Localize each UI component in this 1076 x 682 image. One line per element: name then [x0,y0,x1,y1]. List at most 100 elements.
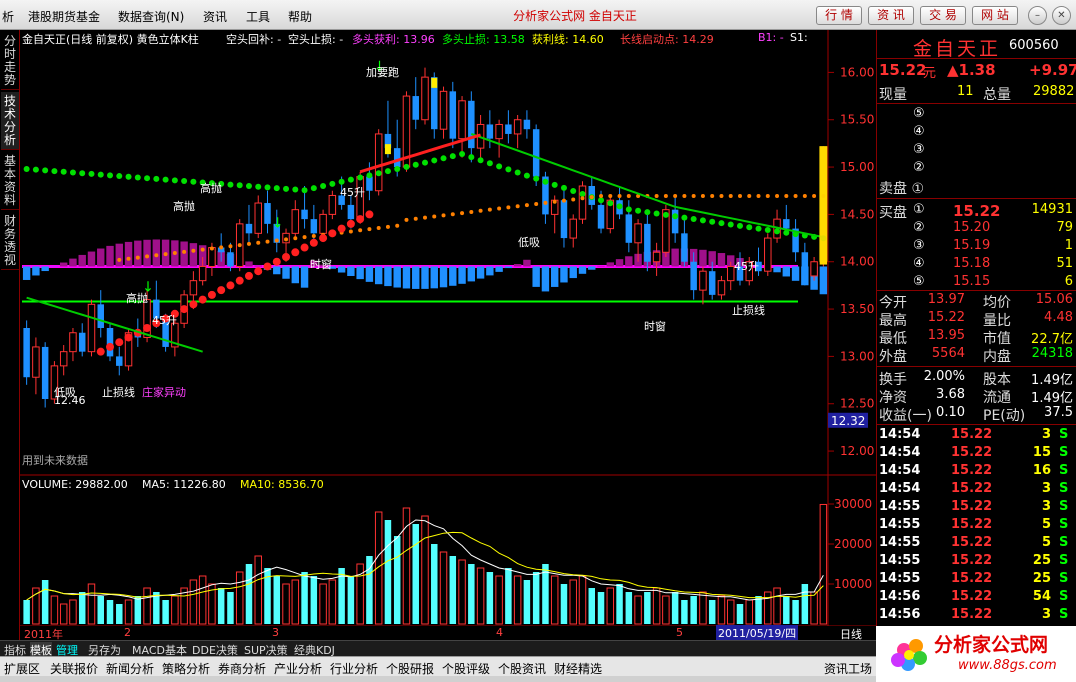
histogram-bar [32,266,40,276]
histogram-bar [597,265,605,267]
tick-price: 15.22 [951,445,993,460]
nav-strategy[interactable]: 策略分析 [162,660,210,677]
annotation-jia-yao-pao: 加要跑 [366,66,399,79]
nav-industry[interactable]: 行业分析 [330,660,378,677]
minimize-icon[interactable]: – [1028,6,1047,25]
nav-research[interactable]: 个股研报 [386,660,434,677]
volume-axis-label: 30000 [834,497,872,511]
histogram-bar [245,261,253,267]
histogram-bar [134,240,142,267]
tab-financials[interactable]: 财务透视 [1,212,19,270]
volume-bar-up [69,599,77,625]
annotation-up45-3: 45升 [734,260,759,273]
quote-header: 金自天正 600560 [877,34,1076,60]
buy-row: 买盘 ① 15.22 14931 [877,202,1076,221]
ma-orange-dot [256,240,261,245]
annotation-low-price: 12.46 [54,394,86,407]
nav-ext[interactable]: 扩展区 [4,660,40,677]
sell-level-3: ③ [913,142,925,157]
trade-button[interactable]: 交 易 [920,6,966,25]
price-axis-label: 15.50 [840,113,874,127]
histogram-bar [59,262,68,267]
ma-orange-dot [487,207,492,212]
price-axis-label: 16.00 [840,65,874,79]
stat-label: 今开 [879,295,907,311]
nav-industry-chain[interactable]: 产业分析 [274,660,322,677]
volume-bar-down [523,580,531,624]
ma-orange-dot [265,239,270,244]
ma-orange-dot [571,197,576,202]
volume-bar-down [505,568,512,624]
menu-item-hk-futures[interactable]: 港股期货基金 [28,8,100,25]
buy-price: 15.22 [953,202,1001,220]
shichuang-marker [431,77,438,88]
menu-item-analysis[interactable]: 析 [2,8,14,25]
stat-label: 均价 [983,295,1011,311]
candle-body-down [347,204,355,220]
tick-time: 14:56 [879,607,921,622]
website-button[interactable]: 网 站 [972,6,1018,25]
volume-bar-up [819,503,828,625]
ma-orange-dot [163,252,168,257]
nav-related[interactable]: 关联报价 [50,660,98,677]
ma-green-dot [764,227,771,234]
histogram-bar [532,266,540,287]
ma-orange-dot [200,247,205,252]
stat-value: 1.49亿 [1031,373,1073,388]
tick-volume: 25 [1032,571,1051,586]
nav-news[interactable]: 新闻分析 [106,660,154,677]
sell-level-4: ④ [913,124,925,139]
nav-rating[interactable]: 个股评级 [442,660,490,677]
tick-row: 14:55 15.22 25 S [877,571,1076,589]
volume-bar-up [699,591,707,625]
ma-orange-dot [348,229,353,234]
histogram-bar [273,266,281,275]
ma-orange-dot [423,215,427,220]
menu-item-help[interactable]: 帮助 [288,8,312,25]
nav-stock-news[interactable]: 个股资讯 [498,660,546,677]
quote-button[interactable]: 行 情 [816,6,862,25]
trend-red-dot [263,262,272,271]
histogram-bar [615,259,624,267]
news-button[interactable]: 资 讯 [868,6,914,25]
stat-row: 收益(一) 0.10 PE(动) 37.5 [877,405,1076,424]
volume-axis-label: 10000 [834,577,872,591]
tick-time: 14:54 [879,427,921,442]
price-unit: 元 [923,66,937,81]
chart-area[interactable]: 16.00 15.50 15.00 14.50 14.00 13.50 13.00 12.50… [20,30,876,641]
menu-item-news[interactable]: 资讯 [203,8,227,25]
candle-body-up [291,209,300,234]
tick-price: 15.22 [951,517,993,532]
tick-side: S [1059,463,1069,478]
tab-intraday[interactable]: 分时走势 [1,32,19,90]
histogram-bar [523,259,531,267]
yellow-breakout-bar [819,146,828,262]
tab-technical[interactable]: 技术分析 [1,92,19,150]
tick-price: 15.22 [951,607,993,622]
nav-finance[interactable]: 财经精选 [554,660,602,677]
volume-bar-up [810,591,818,625]
candle-body-up [726,265,735,282]
nav-broker[interactable]: 券商分析 [218,660,266,677]
kline-chart[interactable]: 16.00 15.50 15.00 14.50 14.00 13.50 13.00 12.50… [20,30,876,626]
histogram-bar [606,262,614,267]
ma-green-dot [301,187,308,194]
tick-side: S [1059,499,1069,514]
news-nav-bar: 扩展区 关联报价 新闻分析 策略分析 券商分析 产业分析 行业分析 个股研报 个… [0,656,876,676]
tick-side: S [1059,481,1069,496]
ma-orange-dot [497,206,502,211]
ma-orange-dot [775,194,780,199]
ma-orange-dot [626,194,631,199]
menu-item-data-query[interactable]: 数据查询(N) [118,8,184,25]
close-icon[interactable]: ✕ [1052,6,1071,25]
tick-row: 14:55 15.22 5 S [877,535,1076,553]
histogram-bar [550,266,559,287]
price-axis-label: 13.50 [840,302,874,316]
volume-bar-up [254,555,262,625]
tab-fundamentals[interactable]: 基本资料 [1,152,19,210]
ma-green-dot [468,154,475,161]
indicator-toolbar: 指标 模板 管理 另存为 MACD基本 DDE决策 SUP决策 经典KDJ [0,640,876,658]
menu-item-tools[interactable]: 工具 [246,8,270,25]
tick-volume: 54 [1032,589,1051,604]
nav-info-workshop[interactable]: 资讯工场 [824,660,872,677]
